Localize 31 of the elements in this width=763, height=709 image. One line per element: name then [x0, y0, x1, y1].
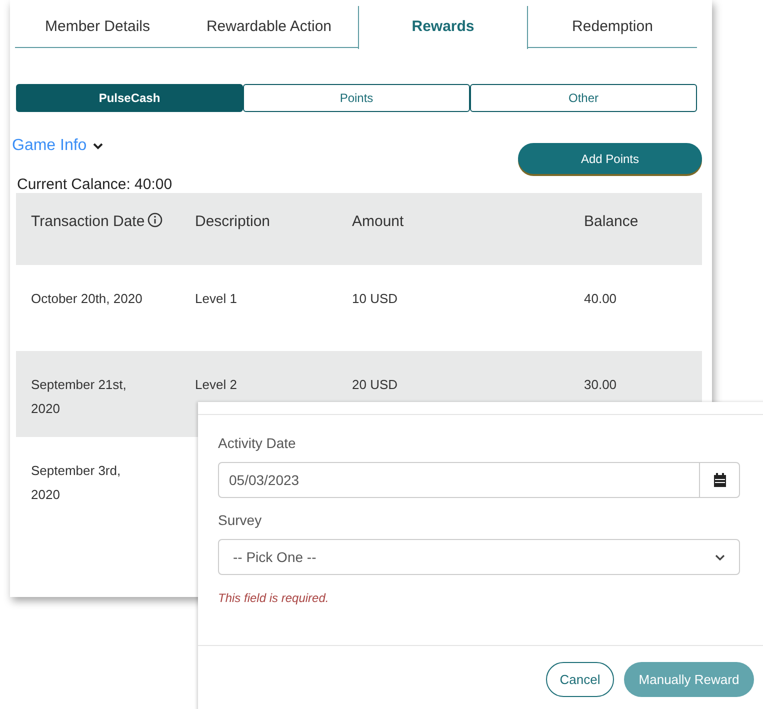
- table-cell: October 20th, 2020: [31, 290, 142, 306]
- add-points-button[interactable]: Add Points: [518, 143, 702, 174]
- field-label: Activity Date: [218, 434, 296, 453]
- current-balance: Current Calance: 40:00: [17, 175, 172, 195]
- chevron-icon: [92, 142, 103, 150]
- error-message: This field is required.: [218, 590, 329, 607]
- column-header: Amount: [352, 212, 404, 232]
- table-cell: 20 USD: [352, 376, 398, 392]
- table-cell: Level 2: [195, 376, 237, 392]
- tab[interactable]: Redemption: [528, 6, 697, 49]
- table-cell: Level 1: [195, 290, 237, 306]
- cancel-button[interactable]: Cancel: [546, 662, 614, 697]
- table-cell: 30.00: [584, 376, 617, 392]
- segment-button[interactable]: Points: [243, 84, 470, 112]
- column-header: Transaction Date: [31, 212, 145, 232]
- tab[interactable]: Rewards: [358, 6, 528, 49]
- survey-select[interactable]: -- Pick One --: [218, 539, 740, 575]
- tab[interactable]: Member Details: [15, 6, 180, 49]
- column-header: Description: [195, 212, 270, 232]
- table-cell: 10 USD: [352, 290, 398, 306]
- tab[interactable]: Rewardable Action: [180, 6, 358, 49]
- column-header: Balance: [584, 212, 638, 232]
- info-icon: [146, 212, 163, 228]
- table-cell: September 21st, 2020: [31, 376, 126, 416]
- chevron-icon: [715, 554, 725, 560]
- segment-button[interactable]: Other: [470, 84, 697, 112]
- segment-button[interactable]: PulseCash: [16, 84, 243, 112]
- field-label: Survey: [218, 511, 262, 530]
- calendar-icon: [714, 473, 726, 487]
- table-cell: 40.00: [584, 290, 617, 306]
- table-cell: September 3rd, 2020: [31, 462, 121, 502]
